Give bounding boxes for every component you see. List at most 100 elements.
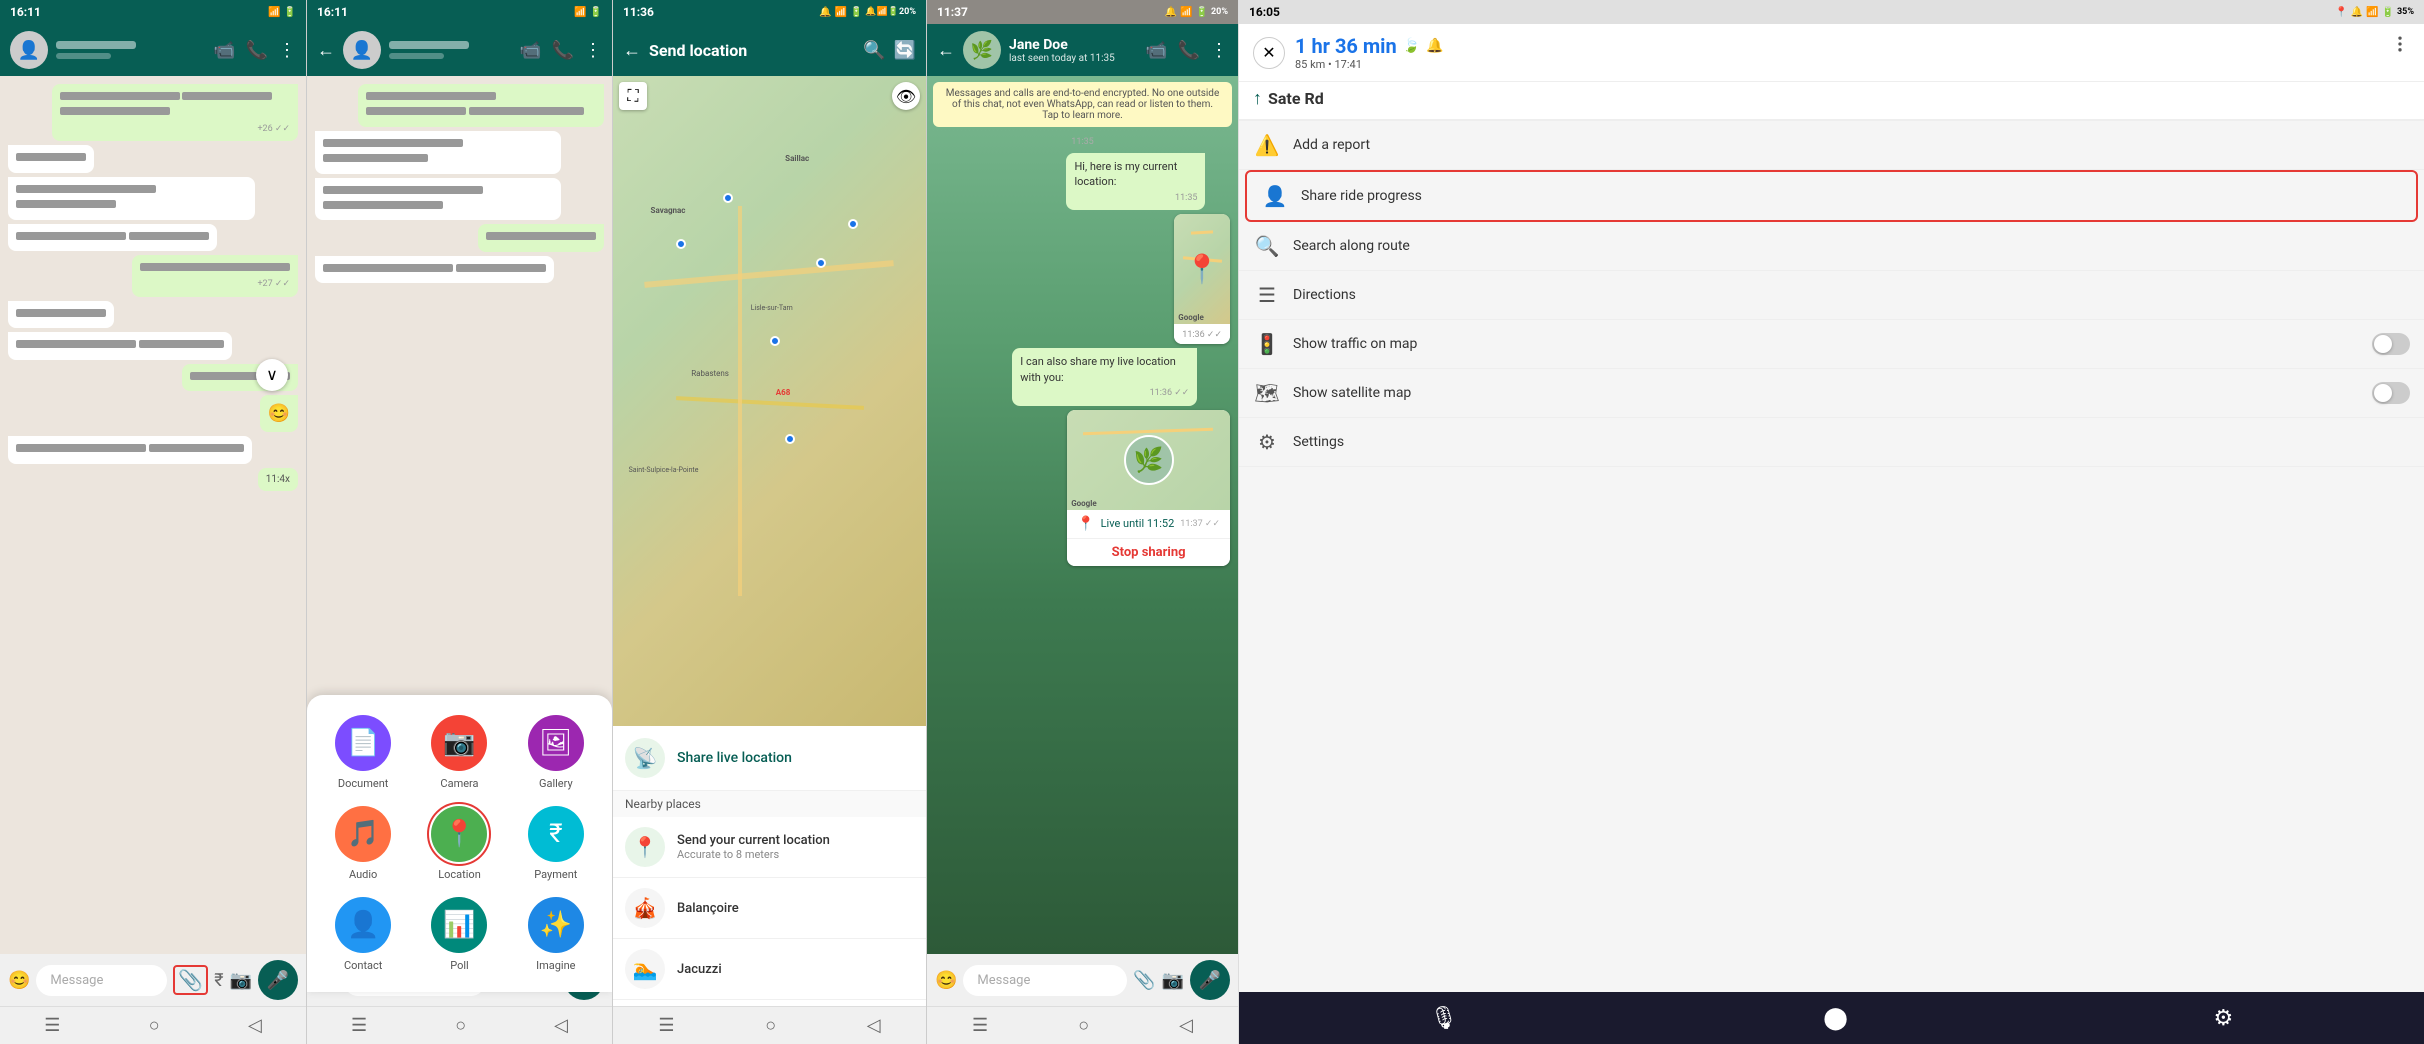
- nav-item-settings[interactable]: ⚙ Settings: [1239, 418, 2424, 467]
- mic-btn-1[interactable]: 🎤: [258, 960, 298, 1000]
- share-live-location-btn[interactable]: 📡 Share live location: [613, 726, 926, 791]
- satellite-toggle[interactable]: [2372, 382, 2410, 404]
- nav-home-icon-3[interactable]: ○: [765, 1015, 776, 1036]
- chat-input-bar-4: 😊 Message 📎 📷 🎤: [927, 954, 1238, 1006]
- fullscreen-icon[interactable]: ⛶: [619, 82, 647, 110]
- nav-back-icon[interactable]: ◁: [248, 1015, 262, 1036]
- attach-payment-label: Payment: [534, 868, 577, 881]
- refresh-icon[interactable]: 🔄: [894, 40, 916, 61]
- mic-btn-4[interactable]: 🎤: [1190, 960, 1230, 1000]
- share-live-label: Share live location: [677, 750, 792, 766]
- phone-icon[interactable]: 📞: [246, 40, 268, 61]
- current-location-item[interactable]: 📍 Send your current location Accurate to…: [613, 817, 926, 878]
- live-map-thumbnail: 🌿 Google: [1067, 410, 1230, 510]
- msg-in-2: [8, 177, 255, 220]
- live-location-message[interactable]: 🌿 Google 📍 Live until 11:52 11:37 ✓✓ Sto…: [1067, 410, 1230, 566]
- google-assistant-icon[interactable]: 🎙: [1430, 1006, 1458, 1031]
- nav-back-icon-2[interactable]: ◁: [554, 1015, 568, 1036]
- msg-text-2: I can also share my live location with y…: [1020, 355, 1176, 383]
- nav-camera-circle[interactable]: ⬤: [1823, 1006, 1848, 1031]
- nav-item-report[interactable]: ⚠️ Add a report: [1239, 121, 2424, 170]
- phone-icon-4[interactable]: 📞: [1178, 40, 1200, 61]
- message-input-4[interactable]: Message: [963, 965, 1127, 996]
- nav-home-icon-2[interactable]: ○: [455, 1015, 466, 1036]
- nav-menu-icon-4[interactable]: ☰: [972, 1015, 988, 1036]
- more-icon-2[interactable]: ⋮: [584, 40, 602, 61]
- place-item-2[interactable]: 🏊 Jacuzzi: [613, 939, 926, 1000]
- attach-imagine[interactable]: ✨ Imagine: [516, 897, 596, 972]
- emoji-icon-1[interactable]: 😊: [8, 970, 30, 991]
- attach-payment[interactable]: ₹ Payment: [516, 806, 596, 881]
- nav-menu-icon-3[interactable]: ☰: [658, 1015, 674, 1036]
- nav-item-traffic[interactable]: 🚦 Show traffic on map: [1239, 320, 2424, 369]
- map-message[interactable]: 📍 Google 11:36 ✓✓: [1174, 214, 1230, 344]
- status-bar-1: 16:11 📶🔋: [0, 0, 306, 24]
- attach-poll[interactable]: 📊 Poll: [419, 897, 499, 972]
- more-icon[interactable]: ⋮: [278, 40, 296, 61]
- share-ride-icon: 👤: [1261, 184, 1289, 208]
- scroll-down-btn[interactable]: ∨: [256, 359, 288, 391]
- attach-location[interactable]: 📍 Location: [419, 806, 499, 881]
- msg-in-p2-1: [315, 131, 561, 174]
- camera-icon-1[interactable]: 📷: [230, 970, 252, 991]
- back-icon-2[interactable]: ←: [317, 40, 335, 61]
- attach-camera[interactable]: 📷 Camera: [419, 715, 499, 790]
- map-msg-card: 📍 Google 11:36 ✓✓: [1174, 214, 1230, 344]
- place-item-1[interactable]: 🎪 Balançoire: [613, 878, 926, 939]
- chat-body-4: Messages and calls are end-to-end encryp…: [927, 76, 1238, 954]
- nav-close-btn[interactable]: ✕: [1253, 37, 1285, 69]
- stop-sharing-btn[interactable]: Stop sharing: [1067, 538, 1230, 566]
- contact-name-4: Jane Doe: [1009, 37, 1137, 53]
- rupee-icon-1[interactable]: ₹: [214, 970, 223, 991]
- map-view[interactable]: Savagnac Saillac Rabastens Lisle-sur-Tar…: [613, 76, 926, 726]
- time-2: 16:11: [317, 5, 348, 19]
- attach-document[interactable]: 📄 Document: [323, 715, 403, 790]
- header-icons-4[interactable]: 📹 📞 ⋮: [1145, 40, 1228, 61]
- nav-item-search-route[interactable]: 🔍 Search along route: [1239, 222, 2424, 271]
- nav-duration-bar: ✕ 1 hr 36 min 🍃 🔔 85 km • 17:41: [1239, 24, 2424, 82]
- nav-item-directions[interactable]: ☰ Directions: [1239, 271, 2424, 320]
- message-input-1[interactable]: Message: [36, 965, 167, 996]
- camera-icon-4[interactable]: 📷: [1162, 970, 1184, 991]
- nav-item-share-ride[interactable]: 👤 Share ride progress: [1245, 170, 2418, 222]
- nav-home-icon-4[interactable]: ○: [1078, 1015, 1089, 1036]
- nav-menu-icon-2[interactable]: ☰: [351, 1015, 367, 1036]
- nav-item-satellite[interactable]: 🗺 Show satellite map: [1239, 369, 2424, 418]
- nav-gear-icon[interactable]: ⚙: [2213, 1006, 2233, 1031]
- attach-contact-label: Contact: [344, 959, 382, 972]
- header-icons-1[interactable]: 📹 📞 ⋮: [213, 40, 296, 61]
- back-icon-4[interactable]: ←: [937, 40, 955, 61]
- video-icon[interactable]: 📹: [213, 40, 235, 61]
- nav-settings-icon[interactable]: [2390, 34, 2410, 58]
- video-icon-2[interactable]: 📹: [519, 40, 541, 61]
- phone-icon-2[interactable]: 📞: [552, 40, 574, 61]
- search-route-label: Search along route: [1293, 238, 2410, 254]
- status-bar-2: 16:11 📶🔋: [307, 0, 612, 24]
- traffic-toggle[interactable]: [2372, 333, 2410, 355]
- back-icon-3[interactable]: ←: [623, 40, 641, 61]
- nav-back-icon-3[interactable]: ◁: [867, 1015, 881, 1036]
- search-icon-3[interactable]: 🔍: [863, 40, 885, 61]
- nav-back-icon-4[interactable]: ◁: [1179, 1015, 1193, 1036]
- attach-gallery[interactable]: 🖼 Gallery: [516, 715, 596, 790]
- attach-icon-4[interactable]: 📎: [1133, 970, 1155, 991]
- eye-icon[interactable]: 👁: [892, 82, 920, 110]
- video-icon-4[interactable]: 📹: [1145, 40, 1167, 61]
- header-icons-2[interactable]: 📹 📞 ⋮: [519, 40, 602, 61]
- attach-audio[interactable]: 🎵 Audio: [323, 806, 403, 881]
- more-icon-4[interactable]: ⋮: [1210, 40, 1228, 61]
- settings-icon: ⚙: [1253, 430, 1281, 454]
- nav-home-icon[interactable]: ○: [149, 1015, 160, 1036]
- google-label: Google: [1178, 313, 1204, 322]
- attach-btn-1[interactable]: 📎: [173, 965, 208, 995]
- camera-attach-icon: 📷: [431, 715, 487, 771]
- emoji-icon-4[interactable]: 😊: [935, 970, 957, 991]
- live-badge: 📍 Live until 11:52 11:37 ✓✓: [1067, 510, 1230, 538]
- header-name-1: [56, 41, 205, 59]
- payment-icon: ₹: [528, 806, 584, 862]
- nav-duration-row: 1 hr 36 min 🍃 🔔: [1295, 34, 2410, 58]
- msg-in-p2-2: [315, 178, 561, 221]
- map-header: ← Send location 🔍 🔄: [613, 24, 926, 76]
- attach-contact[interactable]: 👤 Contact: [323, 897, 403, 972]
- nav-menu-icon[interactable]: ☰: [44, 1015, 60, 1036]
